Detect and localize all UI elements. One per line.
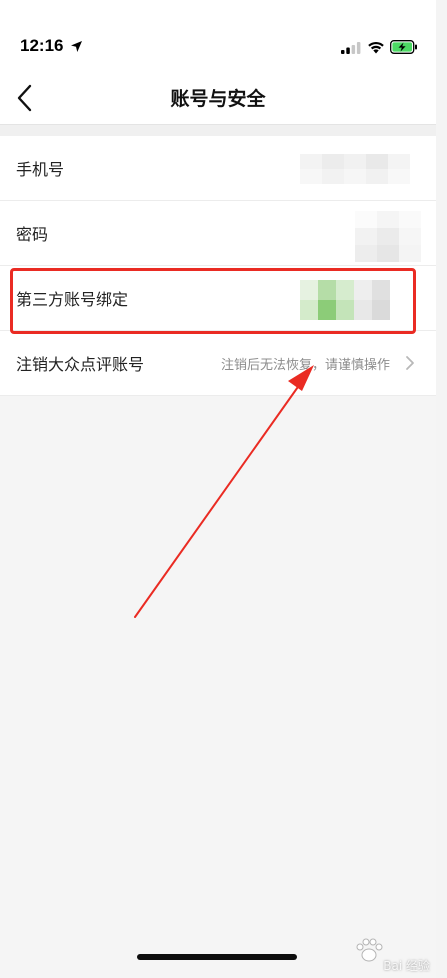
status-bar: 12:16 <box>0 0 436 70</box>
nav-bar: 账号与安全 <box>0 70 436 126</box>
watermark-text: Bai 经验 <box>383 959 430 973</box>
blurred-password-value <box>355 211 421 263</box>
row-label-password: 密码 <box>16 225 49 244</box>
wifi-icon <box>368 41 384 54</box>
settings-list: 手机号 密码 第三方账号绑定 注销大众点评账号 注销后无法恢复，请谨慎操作 <box>0 136 436 396</box>
row-password[interactable]: 密码 <box>0 201 436 266</box>
home-indicator <box>137 954 297 960</box>
location-arrow-icon <box>71 41 82 52</box>
watermark: Bai 经验 <box>336 936 436 978</box>
blurred-phone-value <box>300 154 420 184</box>
highlight-box <box>10 268 416 334</box>
row-label-phone-number: 手机号 <box>16 160 65 179</box>
battery-charging-icon <box>390 40 417 54</box>
paw-icon <box>356 938 383 962</box>
cellular-signal-icon <box>341 42 361 54</box>
row-value-delete-warning: 注销后无法恢复，请谨慎操作 <box>220 358 390 373</box>
row-phone-number[interactable]: 手机号 <box>0 136 436 201</box>
page-title: 账号与安全 <box>170 88 266 110</box>
row-delete-account[interactable]: 注销大众点评账号 注销后无法恢复，请谨慎操作 <box>0 331 436 396</box>
phone-screen: 12:16 账号与安全 手机号 密码 第三方账号绑定 注销大众点评账号 注销后无… <box>0 0 436 978</box>
row-label-delete-account: 注销大众点评账号 <box>16 355 145 374</box>
status-time: 12:16 <box>20 36 64 55</box>
chevron-right-icon <box>406 356 414 370</box>
